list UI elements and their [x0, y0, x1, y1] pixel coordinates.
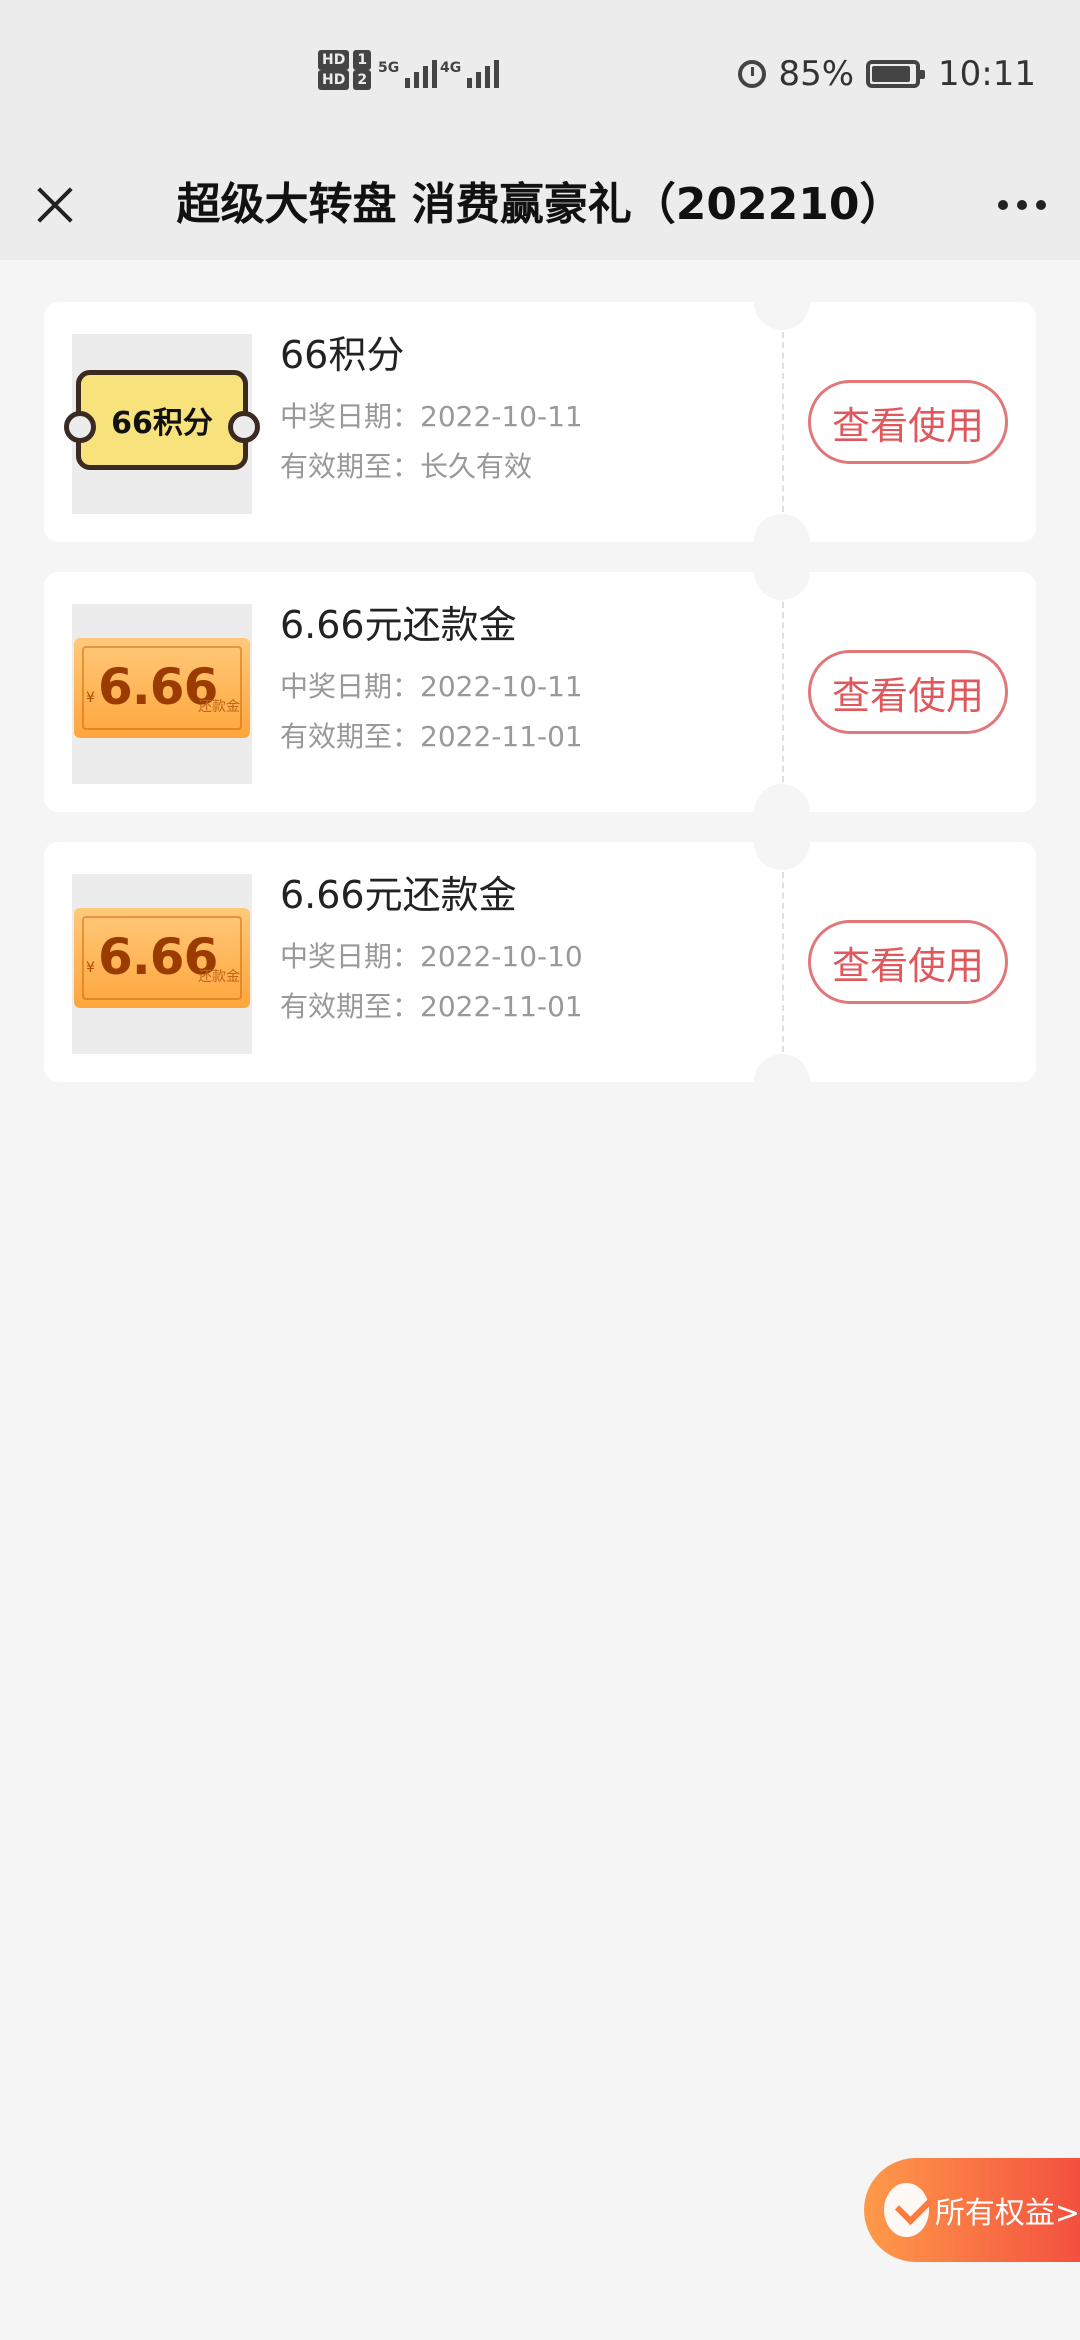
win-date-label: 中奖日期： — [280, 400, 421, 433]
valid-until-label: 有效期至： — [280, 720, 421, 753]
prize-thumbnail: ¥ 6.66 还款金 — [72, 874, 252, 1054]
hd-badge-2: HD — [318, 70, 350, 90]
nav-bar: 超级大转盘 消费赢豪礼（202210） — [0, 150, 1080, 260]
sim-indicators: HD 1 HD 2 — [318, 50, 372, 90]
win-date-value: 2022-10-11 — [420, 400, 583, 433]
clock: 10:11 — [938, 54, 1036, 94]
view-use-button[interactable]: 查看使用 — [808, 650, 1008, 734]
status-bar: HD 1 HD 2 5G 4G 85% 10:11 — [0, 0, 1080, 150]
prize-info: 6.66元还款金 中奖日期：2022-10-11 有效期至：2022-11-01 — [280, 602, 583, 762]
prize-card: 66积分 66积分 中奖日期：2022-10-11 有效期至：长久有效 查看使用 — [44, 274, 1036, 570]
card-notch — [754, 274, 810, 330]
points-ticket-image: 66积分 — [64, 370, 260, 470]
prize-title: 6.66元还款金 — [280, 603, 517, 647]
win-date-line: 中奖日期：2022-10-11 — [280, 662, 583, 712]
more-options-icon[interactable] — [982, 180, 1062, 230]
card-divider — [782, 332, 784, 512]
prize-list: 66积分 66积分 中奖日期：2022-10-11 有效期至：长久有效 查看使用… — [44, 274, 1036, 1112]
ticket-text: 66积分 — [111, 406, 213, 441]
repayment-ticket-image: ¥ 6.66 还款金 — [74, 638, 250, 738]
win-date-line: 中奖日期：2022-10-10 — [280, 932, 583, 982]
network-4g-label: 4G — [440, 60, 462, 76]
all-benefits-label: 所有权益> — [934, 2196, 1080, 2231]
alarm-icon — [738, 60, 767, 88]
ticket-subtitle: 还款金 — [198, 969, 240, 985]
valid-until-value: 长久有效 — [420, 450, 533, 483]
prize-card: ¥ 6.66 还款金 6.66元还款金 中奖日期：2022-10-10 有效期至… — [44, 814, 1036, 1110]
hd-badge-1: HD — [318, 50, 350, 70]
valid-until-label: 有效期至： — [280, 450, 421, 483]
card-divider — [782, 602, 784, 782]
view-use-button[interactable]: 查看使用 — [808, 920, 1008, 1004]
status-right: 85% 10:11 — [738, 54, 1036, 94]
win-date-label: 中奖日期： — [280, 940, 421, 973]
network-5g-label: 5G — [378, 60, 400, 76]
close-icon[interactable] — [20, 168, 90, 238]
card-notch — [754, 544, 810, 600]
win-date-line: 中奖日期：2022-10-11 — [280, 392, 583, 442]
prize-title: 66积分 — [280, 333, 405, 377]
repayment-ticket-image: ¥ 6.66 还款金 — [74, 908, 250, 1008]
page-title: 超级大转盘 消费赢豪礼（202210） — [176, 179, 904, 230]
battery-percent: 85% — [778, 54, 855, 94]
prize-card: ¥ 6.66 还款金 6.66元还款金 中奖日期：2022-10-11 有效期至… — [44, 544, 1036, 840]
all-benefits-button[interactable]: 所有权益> — [864, 2158, 1080, 2262]
sim-2-badge: 2 — [353, 70, 372, 90]
valid-until-line: 有效期至：2022-11-01 — [280, 982, 583, 1032]
card-notch — [754, 1054, 810, 1110]
view-use-button[interactable]: 查看使用 — [808, 380, 1008, 464]
valid-until-value: 2022-11-01 — [420, 720, 583, 753]
ticket-subtitle: 还款金 — [198, 699, 240, 715]
battery-icon — [866, 60, 926, 88]
prize-info: 6.66元还款金 中奖日期：2022-10-10 有效期至：2022-11-01 — [280, 872, 583, 1032]
win-date-value: 2022-10-11 — [420, 670, 583, 703]
ticket-currency: ¥ — [86, 690, 95, 706]
prize-thumbnail: 66积分 — [64, 334, 260, 514]
card-notch — [754, 814, 810, 870]
prize-info: 66积分 中奖日期：2022-10-11 有效期至：长久有效 — [280, 332, 583, 492]
ticket-currency: ¥ — [86, 960, 95, 976]
valid-until-line: 有效期至：长久有效 — [280, 442, 583, 492]
valid-until-line: 有效期至：2022-11-01 — [280, 712, 583, 762]
signal-4g-icon: 4G — [440, 60, 500, 88]
valid-until-label: 有效期至： — [280, 990, 421, 1023]
badge-check-icon — [884, 2183, 929, 2237]
card-divider — [782, 872, 784, 1052]
sim-1-badge: 1 — [353, 50, 372, 70]
win-date-value: 2022-10-10 — [420, 940, 583, 973]
prize-title: 6.66元还款金 — [280, 873, 517, 917]
valid-until-value: 2022-11-01 — [420, 990, 583, 1023]
win-date-label: 中奖日期： — [280, 670, 421, 703]
prize-thumbnail: ¥ 6.66 还款金 — [72, 604, 252, 784]
signal-5g-icon: 5G — [378, 60, 438, 88]
